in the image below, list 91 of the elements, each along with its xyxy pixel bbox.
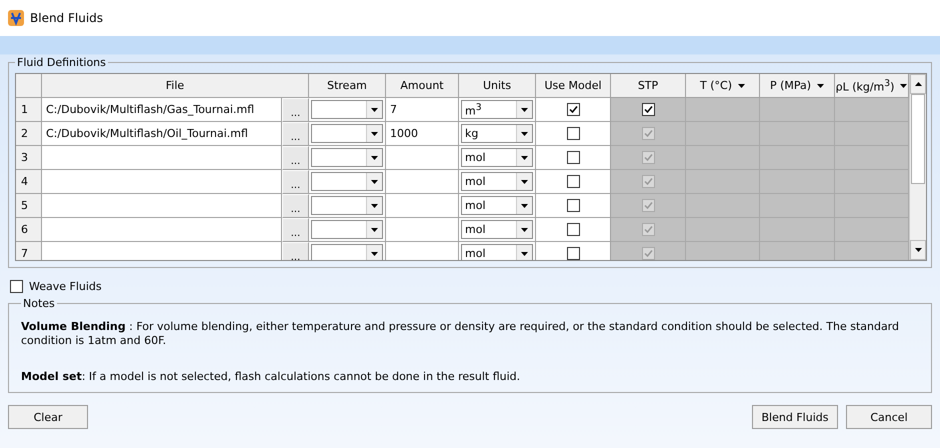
file-cell[interactable]: C:/Dubovik/Multiflash/Oil_Tournai.mfl (42, 122, 282, 146)
browse-button[interactable]: ... (282, 122, 309, 146)
browse-button[interactable]: ... (282, 170, 309, 194)
dropdown-icon (371, 108, 378, 112)
stream-dropdown[interactable] (311, 220, 383, 239)
column-header: STP (611, 74, 686, 98)
checkbox[interactable] (566, 175, 580, 188)
stream-dropdown[interactable] (311, 100, 383, 119)
amount-cell[interactable] (386, 170, 459, 194)
amount-cell[interactable] (386, 218, 459, 242)
scrollbar[interactable] (909, 74, 926, 260)
dropdown-icon (900, 84, 908, 88)
dropdown-icon (371, 180, 378, 184)
dropdown-icon (521, 252, 528, 256)
checkbox[interactable] (566, 223, 580, 236)
amount-cell[interactable] (386, 146, 459, 170)
dropdown-icon (371, 228, 378, 232)
checkbox[interactable] (566, 247, 580, 260)
units-dropdown[interactable]: mol (461, 148, 533, 167)
dropdown-icon (521, 228, 528, 232)
amount-cell[interactable] (386, 242, 459, 260)
units-dropdown[interactable]: mol (461, 220, 533, 239)
note-text: Volume Blending : For volume blending, either temperature and pressure or density are required, or the standard condition should be selected. The standard condition is 1atm and 60F. (21, 320, 900, 348)
column-header: Stream (309, 74, 386, 98)
checkbox[interactable] (642, 103, 654, 116)
dialog-button[interactable]: Cancel (846, 405, 932, 429)
units-dropdown[interactable]: mol (461, 196, 533, 215)
dropdown-icon (521, 132, 528, 136)
browse-button[interactable]: ... (282, 194, 309, 218)
clear-button[interactable]: Clear (8, 405, 88, 429)
browse-button[interactable]: ... (282, 98, 309, 122)
window-title: Blend Fluids (30, 11, 104, 25)
amount-cell[interactable] (386, 194, 459, 218)
browse-button[interactable]: ... (282, 218, 309, 242)
group-title: Fluid Definitions (16, 56, 107, 69)
scroll-up-icon[interactable] (914, 82, 922, 86)
header-corner (16, 74, 42, 98)
dropdown-icon (817, 84, 824, 88)
dropdown-icon (738, 84, 745, 88)
dropdown-icon (521, 180, 528, 184)
column-header[interactable]: ρL (kg/m$^{3}$) (835, 74, 909, 98)
column-header: Amount (386, 74, 459, 98)
checkbox[interactable] (566, 127, 580, 140)
dropdown-icon (371, 132, 378, 136)
checkbox[interactable] (566, 199, 580, 212)
checkbox[interactable] (566, 151, 580, 164)
browse-button[interactable]: ... (282, 146, 309, 170)
group-title: Notes (22, 297, 56, 310)
stream-dropdown[interactable] (311, 148, 383, 167)
row-number: 6 (16, 218, 42, 242)
row-number: 5 (16, 194, 42, 218)
column-header[interactable]: P (MPa) (760, 74, 835, 98)
dropdown-icon (521, 156, 528, 160)
file-cell[interactable] (42, 194, 282, 218)
stream-dropdown[interactable] (311, 196, 383, 215)
note-text: Model set: If a model is not selected, flash calculations cannot be done in the result fluid. (21, 370, 522, 384)
row-number: 3 (16, 146, 42, 170)
file-cell[interactable] (42, 146, 282, 170)
dropdown-icon (371, 252, 378, 256)
scroll-down-icon[interactable] (914, 248, 922, 252)
file-cell[interactable] (42, 242, 282, 260)
dialog-button[interactable]: Blend Fluids (752, 405, 838, 429)
units-dropdown[interactable]: mol (461, 244, 533, 260)
app-icon (8, 10, 24, 26)
row-number: 1 (16, 98, 42, 122)
dropdown-icon (521, 204, 528, 208)
stream-dropdown[interactable] (311, 172, 383, 191)
dropdown-icon (521, 108, 528, 112)
row-number: 2 (16, 122, 42, 146)
units-dropdown[interactable]: kg (461, 124, 533, 143)
row-number: 7 (16, 242, 42, 260)
amount-cell[interactable]: 7 (386, 98, 459, 122)
file-cell[interactable] (42, 170, 282, 194)
column-header: Use Model (536, 74, 611, 98)
amount-cell[interactable]: 1000 (386, 122, 459, 146)
browse-button[interactable]: ... (282, 242, 309, 260)
file-cell[interactable]: C:/Dubovik/Multiflash/Gas_Tournai.mfl (42, 98, 282, 122)
dropdown-icon (371, 156, 378, 160)
checkbox[interactable] (566, 103, 580, 116)
checkbox-label: Weave Fluids (29, 280, 102, 293)
stream-dropdown[interactable] (311, 244, 383, 260)
column-header[interactable]: T (°C) (686, 74, 760, 98)
units-dropdown[interactable]: m$^{3}$ (461, 100, 533, 119)
file-cell[interactable] (42, 218, 282, 242)
stream-dropdown[interactable] (311, 124, 383, 143)
column-header: File (42, 74, 309, 98)
row-number: 4 (16, 170, 42, 194)
dropdown-icon (371, 204, 378, 208)
column-header: Units (459, 74, 536, 98)
checkbox[interactable] (10, 280, 23, 293)
units-dropdown[interactable]: mol (461, 172, 533, 191)
